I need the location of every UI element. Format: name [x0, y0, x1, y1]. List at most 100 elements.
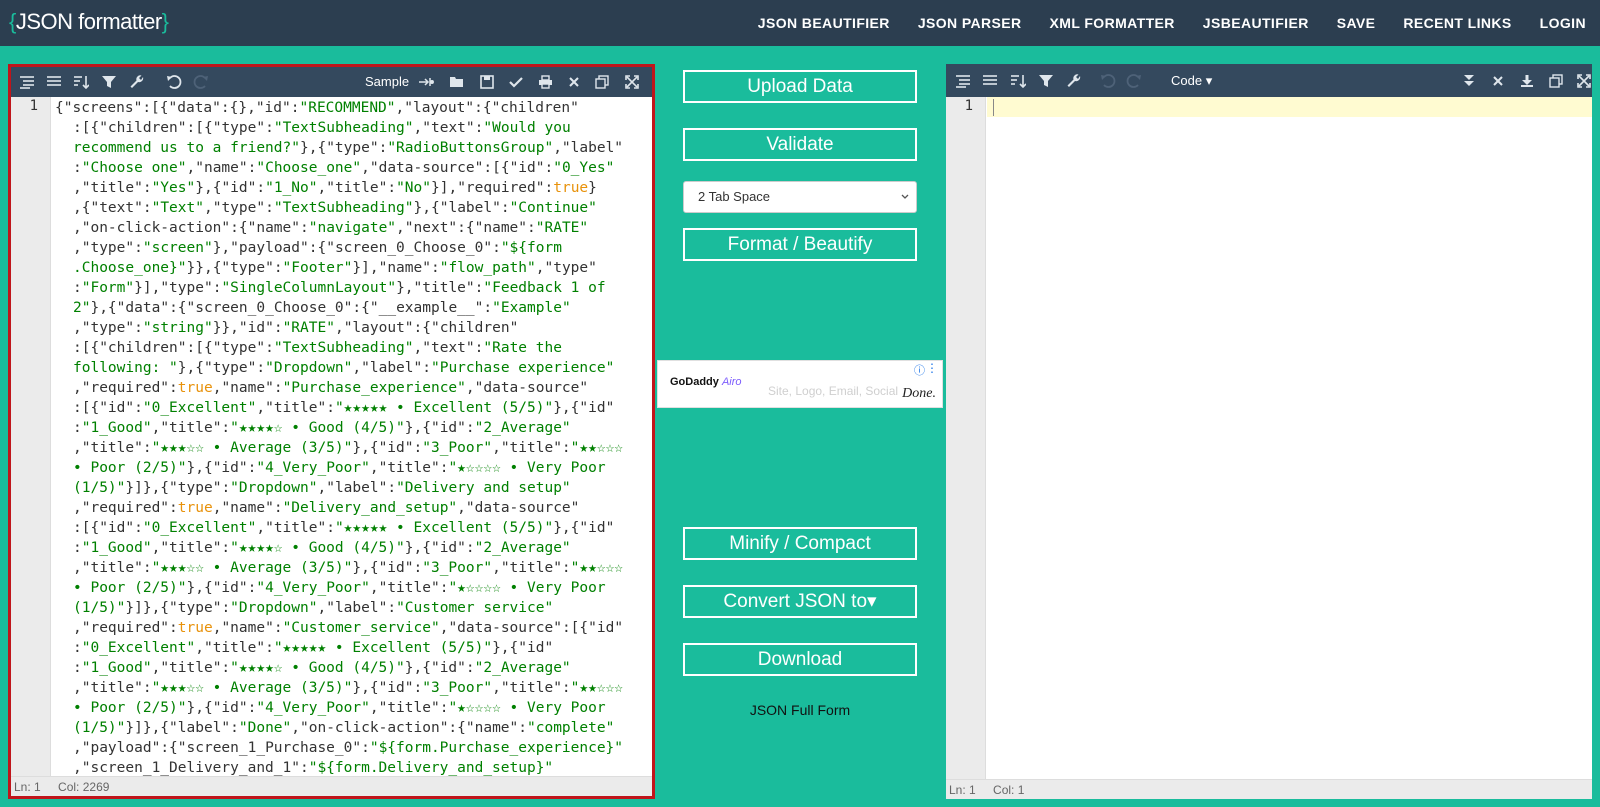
copy-icon[interactable]: [590, 67, 614, 97]
validate-button[interactable]: Validate: [683, 128, 917, 161]
code-token: "${form.Purchase_experience}": [369, 740, 624, 756]
nav-xml-formatter[interactable]: XML FORMATTER: [1050, 15, 1175, 31]
code-token: • Poor (2/5)": [73, 460, 187, 476]
ad-info-icon[interactable]: ⓘ: [914, 362, 925, 378]
code-token: :: [265, 340, 274, 356]
code-token: "★★☆☆☆: [570, 680, 624, 696]
nav-login[interactable]: LOGIN: [1540, 15, 1586, 31]
json-input-code[interactable]: {"screens":[{"data":{},"id":"RECOMMEND",…: [55, 97, 650, 776]
sort-icon[interactable]: [69, 67, 93, 97]
code-token: "label": [326, 600, 388, 616]
output-mode-dropdown[interactable]: Code ▾: [1171, 64, 1212, 97]
validate-check-icon[interactable]: [504, 67, 528, 97]
undo-icon[interactable]: [1096, 64, 1120, 97]
code-token: "Purchase experience": [430, 360, 615, 376]
code-token: .Choose_one}": [73, 260, 187, 276]
redo-icon[interactable]: [189, 67, 213, 97]
code-token: "Yes": [151, 180, 196, 196]
code-token: "screen_1_Delivery_and_1": [81, 760, 300, 776]
code-token: "Delivery and setup": [396, 480, 571, 496]
code-token: "required": [81, 380, 170, 396]
code-token: "SingleColumnLayout": [221, 280, 397, 296]
code-token: "payload": [230, 240, 309, 256]
format-icon[interactable]: [15, 67, 39, 97]
nav-save[interactable]: SAVE: [1337, 15, 1376, 31]
code-token: ,: [151, 660, 161, 676]
share-link-icon[interactable]: [414, 67, 438, 97]
fullscreen-icon[interactable]: [620, 67, 644, 97]
code-token: ,: [492, 680, 501, 696]
save-icon[interactable]: [475, 67, 499, 97]
ad-banner[interactable]: GoDaddy Airo Site, Logo, Email, Social D…: [657, 360, 943, 408]
code-token: :[{: [561, 620, 589, 636]
json-output-code[interactable]: [990, 97, 1590, 779]
json-full-form-link[interactable]: JSON Full Form: [683, 702, 917, 718]
code-token: "title": [326, 180, 388, 196]
code-token: ,: [492, 440, 501, 456]
code-token: "id": [430, 540, 466, 556]
code-token: :: [221, 480, 231, 496]
filter-icon[interactable]: [97, 67, 121, 97]
minify-compact-button[interactable]: Minify / Compact: [683, 527, 917, 560]
code-token: "Customer_service": [282, 620, 440, 636]
site-logo[interactable]: {JSON formatter}: [9, 9, 169, 35]
code-token: 2": [73, 300, 91, 316]
code-token: :: [142, 180, 152, 196]
clear-close-icon[interactable]: [562, 67, 586, 97]
upload-data-button[interactable]: Upload Data: [683, 70, 917, 103]
code-line: • Poor (2/5)"},{"id":"4_Very_Poor","titl…: [55, 698, 650, 718]
code-token: ,: [256, 400, 266, 416]
repair-wrench-icon[interactable]: [125, 67, 149, 97]
open-folder-icon[interactable]: [445, 67, 469, 97]
nav-recent-links[interactable]: RECENT LINKS: [1403, 15, 1511, 31]
clear-close-icon[interactable]: [1486, 64, 1510, 97]
format-beautify-button[interactable]: Format / Beautify: [683, 228, 917, 261]
download-button[interactable]: Download: [683, 643, 917, 676]
undo-icon[interactable]: [162, 67, 186, 97]
line-number: 1: [29, 98, 38, 114]
code-token: "1_Good": [81, 420, 152, 436]
nav-json-parser[interactable]: JSON PARSER: [918, 15, 1022, 31]
download-icon[interactable]: [1515, 64, 1539, 97]
ad-menu-icon[interactable]: ⋮: [926, 361, 938, 375]
code-token: "name": [247, 220, 300, 236]
code-token: "★☆☆☆☆ • Very Poor: [448, 700, 606, 716]
code-token: (1/5)": [73, 600, 126, 616]
nav-json-beautifier[interactable]: JSON BEAUTIFIER: [758, 15, 890, 31]
format-icon[interactable]: [951, 64, 975, 97]
code-token: "Dropdown": [230, 600, 318, 616]
code-token: "4_Very_Poor": [256, 700, 370, 716]
code-token: "name": [465, 720, 519, 736]
repair-wrench-icon[interactable]: [1062, 64, 1086, 97]
fullscreen-icon[interactable]: [1572, 64, 1596, 97]
convert-json-button[interactable]: Convert JSON to▾: [683, 585, 917, 618]
code-token: :: [230, 720, 239, 736]
code-token: ,: [73, 220, 82, 236]
collapse-all-icon[interactable]: [1457, 64, 1481, 97]
line-gutter: 1: [946, 97, 986, 779]
compact-icon[interactable]: [42, 67, 66, 97]
ad-logo: GoDaddy Airo: [670, 376, 742, 388]
code-token: :: [387, 480, 397, 496]
ad-cta: Done.: [902, 386, 936, 401]
indent-select[interactable]: 2 Tab Space: [683, 181, 917, 213]
code-token: "★★★★★ • Excellent (5/5)": [334, 520, 554, 536]
code-token: "id": [579, 400, 615, 416]
sample-button[interactable]: Sample: [365, 67, 409, 97]
code-token: },{: [186, 700, 213, 716]
compact-icon[interactable]: [978, 64, 1002, 97]
code-token: "type": [212, 120, 266, 136]
code-token: "Footer": [282, 260, 353, 276]
code-token: "screen_0_Choose_0": [186, 300, 353, 316]
code-token: "★☆☆☆☆ • Very Poor: [448, 580, 606, 596]
redo-icon[interactable]: [1122, 64, 1146, 97]
print-icon[interactable]: [533, 67, 557, 97]
filter-icon[interactable]: [1034, 64, 1058, 97]
sort-icon[interactable]: [1006, 64, 1030, 97]
code-token: },{: [352, 560, 379, 576]
code-token: "layout": [404, 100, 475, 116]
copy-icon[interactable]: [1544, 64, 1568, 97]
code-token: "title": [265, 400, 327, 416]
nav-jsbeautifier[interactable]: JSBEAUTIFIER: [1203, 15, 1309, 31]
code-token: ,: [73, 380, 82, 396]
